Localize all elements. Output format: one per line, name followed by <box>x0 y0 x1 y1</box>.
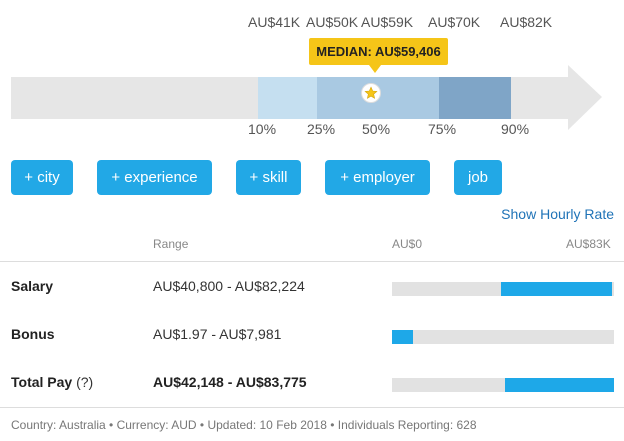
percentile-label-10: 10% <box>248 121 277 137</box>
band-50-75 <box>373 77 439 119</box>
job-button[interactable]: job <box>454 160 502 195</box>
bonus-label: Bonus <box>11 326 55 342</box>
help-icon[interactable]: (?) <box>76 374 93 390</box>
range-column-header: Range <box>153 237 189 251</box>
salary-label: Salary <box>11 278 54 294</box>
percentile-label-90: 90% <box>501 121 530 137</box>
add-city-button[interactable]: + city <box>11 160 73 195</box>
total-pay-bar-fill <box>505 378 614 392</box>
footer-divider <box>0 407 624 408</box>
percentile-label-50: 50% <box>362 121 391 137</box>
star-icon <box>364 86 378 99</box>
axis-min-label: AU$0 <box>392 237 423 251</box>
percentile-label-75: 75% <box>428 121 457 137</box>
salary-range: AU$40,800 - AU$82,224 <box>153 278 305 294</box>
total-pay-label: Total Pay (?) <box>11 374 93 390</box>
total-pay-range: AU$42,148 - AU$83,775 <box>153 374 307 390</box>
band-10-25 <box>258 77 317 119</box>
percentile-label-25: 25% <box>307 121 336 137</box>
total-pay-bar-track <box>392 378 614 392</box>
median-label: MEDIAN: AU$59,406 <box>309 38 448 73</box>
total-pay-label-text: Total Pay <box>11 374 73 390</box>
footer-info: Country: Australia • Currency: AUD • Upd… <box>11 418 477 432</box>
table-header-divider <box>0 261 624 262</box>
band-75-90 <box>439 77 511 119</box>
show-hourly-rate-link[interactable]: Show Hourly Rate <box>501 206 614 222</box>
axis-max-label: AU$83K <box>566 237 611 251</box>
add-skill-button[interactable]: + skill <box>236 160 301 195</box>
bonus-bar-fill <box>392 330 413 344</box>
salary-bar-track <box>392 282 614 296</box>
add-employer-button[interactable]: + employer <box>325 160 430 195</box>
salary-bar-fill <box>501 282 612 296</box>
add-experience-button[interactable]: + experience <box>97 160 212 195</box>
bonus-range: AU$1.97 - AU$7,981 <box>153 326 282 342</box>
bonus-bar-track <box>392 330 614 344</box>
pay-range-chart <box>11 65 602 130</box>
median-marker <box>361 83 381 103</box>
